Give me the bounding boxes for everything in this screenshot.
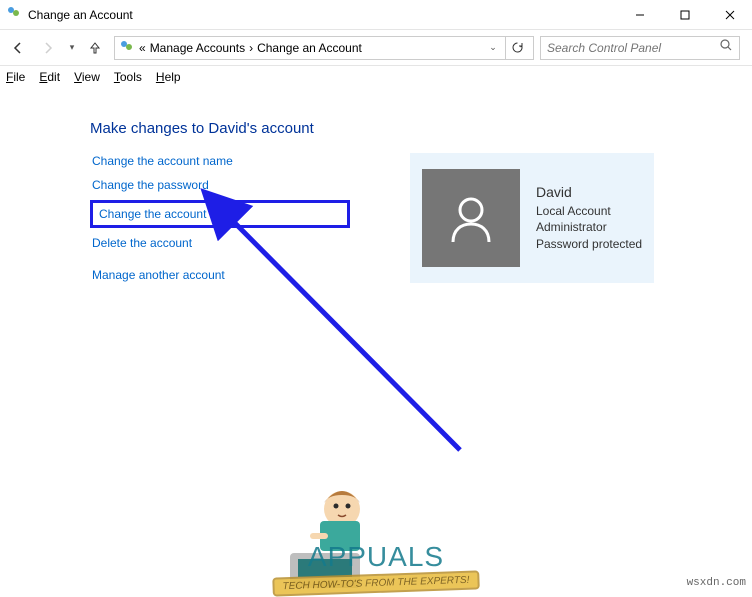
minimize-button[interactable] xyxy=(617,0,662,30)
highlight-annotation: Change the account type xyxy=(90,200,350,228)
account-role: Administrator xyxy=(536,219,642,236)
breadcrumb-chevrons: « xyxy=(139,41,146,55)
breadcrumb-seg-1[interactable]: Change an Account xyxy=(257,41,362,55)
account-protection: Password protected xyxy=(536,236,642,253)
account-type: Local Account xyxy=(536,203,642,220)
breadcrumb-nav-icon xyxy=(119,38,135,57)
nav-bar: ▾ « Manage Accounts › Change an Account … xyxy=(0,30,752,66)
window-title: Change an Account xyxy=(28,8,617,22)
title-bar: Change an Account xyxy=(0,0,752,30)
close-button[interactable] xyxy=(707,0,752,30)
link-manage-another[interactable]: Manage another account xyxy=(90,267,350,283)
history-dropdown[interactable]: ▾ xyxy=(64,42,80,53)
search-input[interactable] xyxy=(547,41,719,55)
menu-edit[interactable]: Edit xyxy=(39,70,60,84)
refresh-button[interactable] xyxy=(505,36,529,60)
back-button[interactable] xyxy=(4,34,32,62)
search-box[interactable] xyxy=(540,36,740,60)
search-icon[interactable] xyxy=(719,38,733,57)
menu-tools[interactable]: Tools xyxy=(114,70,142,84)
watermark: APPUALS TECH HOW-TO'S FROM THE EXPERTS! xyxy=(273,541,480,593)
menu-view[interactable]: View xyxy=(74,70,100,84)
link-change-name[interactable]: Change the account name xyxy=(90,153,350,169)
breadcrumb-dropdown[interactable]: ⌄ xyxy=(485,42,501,53)
menu-file[interactable]: File xyxy=(6,70,25,84)
breadcrumb-sep-0: › xyxy=(249,41,253,55)
window-icon xyxy=(6,4,22,25)
menu-bar: File Edit View Tools Help xyxy=(0,66,752,88)
account-card: David Local Account Administrator Passwo… xyxy=(410,153,654,283)
account-info: David Local Account Administrator Passwo… xyxy=(536,183,642,253)
up-button[interactable] xyxy=(82,35,108,61)
breadcrumb-seg-0[interactable]: Manage Accounts xyxy=(150,41,245,55)
avatar xyxy=(422,169,520,267)
action-links: Change the account name Change the passw… xyxy=(90,153,350,283)
forward-button[interactable] xyxy=(34,34,62,62)
menu-help[interactable]: Help xyxy=(156,70,181,84)
page-title: Make changes to David's account xyxy=(90,120,662,137)
watermark-brand: APPUALS xyxy=(273,541,480,573)
breadcrumb[interactable]: « Manage Accounts › Change an Account ⌄ xyxy=(114,36,534,60)
account-name: David xyxy=(536,183,642,203)
link-change-type[interactable]: Change the account type xyxy=(97,206,234,222)
link-change-password[interactable]: Change the password xyxy=(90,177,350,193)
source-url: wsxdn.com xyxy=(687,577,746,589)
window-controls xyxy=(617,0,752,30)
link-delete-account[interactable]: Delete the account xyxy=(90,235,350,251)
content-pane: Make changes to David's account Change t… xyxy=(0,88,752,283)
maximize-button[interactable] xyxy=(662,0,707,30)
